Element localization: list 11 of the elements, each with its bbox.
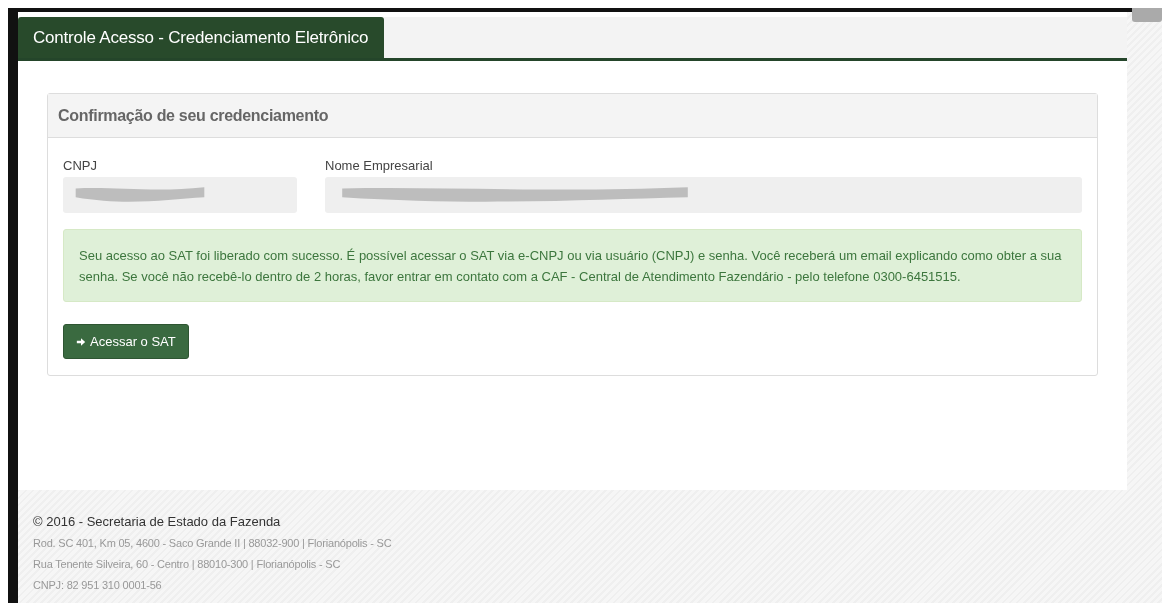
- footer-copyright: © 2016 - Secretaria de Estado da Fazenda: [33, 514, 282, 529]
- access-button[interactable]: Acessar o SAT: [63, 324, 189, 359]
- field-label: Nome Empresarial: [325, 158, 434, 173]
- success-alert: Seu acesso ao SAT foi liberado com sucesso. É possível acessar o SAT via e-CNPJ ou via usuário (CNPJ) e senha. Você receberá um email explicando como obter a sua senha. Se você não recebê-lo dentro de 2 horas, favor entrar em contato com a CAF - Central de Atendimento Fazendário - pelo telefone 0300-6451515.: [63, 229, 1082, 302]
- corner-tab[interactable]: [1132, 8, 1162, 22]
- footer-line: Rod. SC 401, Km 05, 4600 - Saco Grande II | 88032-900 | Florianópolis - SC: [33, 536, 393, 551]
- footer-line: CNPJ: 82 951 310 0001-56: [33, 578, 163, 593]
- card-header: Confirmação de seu credenciamento: [48, 94, 1097, 138]
- footer-line: Rua Tenente Silveira, 60 - Centro | 88010-300 | Florianópolis - SC: [33, 557, 342, 572]
- field-label: CNPJ: [63, 158, 98, 173]
- arrow-right-icon: [76, 336, 86, 347]
